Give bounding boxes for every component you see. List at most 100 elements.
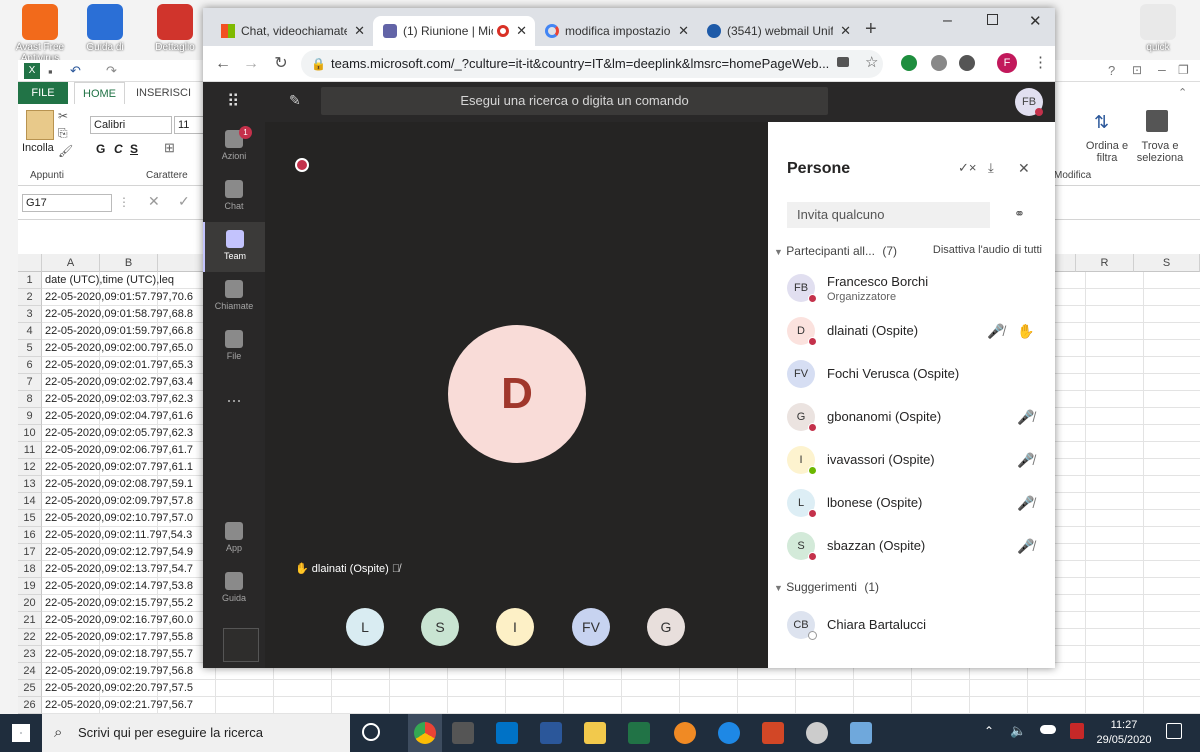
column-header-s[interactable]: S: [1134, 254, 1200, 272]
restore-icon[interactable]: ❐: [1178, 63, 1189, 77]
rail-teams[interactable]: Team: [203, 222, 265, 272]
row-header[interactable]: 24: [18, 663, 42, 680]
row-header[interactable]: 3: [18, 306, 42, 323]
extension-icon[interactable]: [959, 55, 975, 71]
rail-files[interactable]: File: [203, 322, 265, 372]
reload-icon[interactable]: ↻: [271, 54, 291, 74]
ribbon-options-icon[interactable]: ⊡: [1132, 63, 1142, 77]
new-tab-icon[interactable]: +: [865, 18, 877, 41]
column-header-a[interactable]: A: [42, 254, 100, 272]
row-header[interactable]: 5: [18, 340, 42, 357]
menu-kebab-icon[interactable]: ⋮: [1033, 53, 1048, 71]
row-header[interactable]: 4: [18, 323, 42, 340]
windows-start-icon[interactable]: [12, 724, 30, 742]
bookmark-star-icon[interactable]: ☆: [865, 53, 878, 71]
minimize-icon[interactable]: –: [1158, 61, 1166, 77]
italic-button[interactable]: C: [114, 142, 123, 156]
row-header[interactable]: 7: [18, 374, 42, 391]
tab-home[interactable]: HOME: [74, 82, 125, 104]
row-header[interactable]: 21: [18, 612, 42, 629]
tab-file[interactable]: FILE: [18, 82, 68, 104]
mute-all-link[interactable]: Disattiva l'audio di tutti: [933, 244, 1042, 256]
paste-button[interactable]: Incolla: [22, 142, 54, 154]
help-icon[interactable]: ?: [1108, 63, 1115, 78]
desktop-shortcut[interactable]: Guida di: [75, 4, 135, 53]
download-icon[interactable]: ⤓: [988, 160, 994, 176]
row-header[interactable]: 19: [18, 578, 42, 595]
row-header[interactable]: 11: [18, 442, 42, 459]
word-taskbar-icon[interactable]: [540, 722, 562, 744]
row-header[interactable]: 8: [18, 391, 42, 408]
participant-avatar[interactable]: S: [421, 608, 459, 646]
close-tab-icon[interactable]: ✕: [516, 16, 527, 46]
extension-icon[interactable]: [901, 55, 917, 71]
row-header[interactable]: 15: [18, 510, 42, 527]
app-launcher-icon[interactable]: ⠿: [227, 92, 240, 112]
forward-icon[interactable]: →: [241, 54, 261, 74]
redo-icon[interactable]: ↷: [106, 63, 117, 79]
row-header[interactable]: 2: [18, 289, 42, 306]
cancel-formula-icon[interactable]: ✕: [148, 193, 160, 210]
outlook-taskbar-icon[interactable]: [496, 722, 518, 744]
participant-row[interactable]: Iivavassori (Ospite) 🎤̸: [768, 439, 1055, 482]
excel-taskbar-icon[interactable]: [628, 722, 650, 744]
mute-check-icon[interactable]: ✓×: [958, 160, 976, 176]
participant-avatar[interactable]: FV: [572, 608, 610, 646]
row-header[interactable]: 1: [18, 272, 42, 289]
download-app-button[interactable]: [223, 628, 259, 662]
row-header[interactable]: 18: [18, 561, 42, 578]
back-icon[interactable]: ←: [213, 54, 233, 74]
find-select-button[interactable]: Trova e seleziona: [1132, 140, 1188, 164]
row-header[interactable]: 13: [18, 476, 42, 493]
copy-link-icon[interactable]: ⚭: [1014, 206, 1025, 222]
volume-icon[interactable]: 🔈: [1010, 723, 1026, 739]
row-header[interactable]: 25: [18, 680, 42, 697]
row-header[interactable]: 16: [18, 527, 42, 544]
sort-filter-icon[interactable]: ⇅: [1094, 112, 1109, 133]
collapse-ribbon-icon[interactable]: ⌃: [1178, 86, 1187, 99]
row-header[interactable]: 10: [18, 425, 42, 442]
desktop-shortcut[interactable]: quick: [1128, 4, 1188, 53]
participant-avatar[interactable]: I: [496, 608, 534, 646]
format-painter-icon[interactable]: 🖌: [58, 144, 73, 158]
copy-icon[interactable]: ⎘: [58, 126, 68, 141]
participants-header[interactable]: ▼ Partecipanti all... (7) Disattiva l'au…: [774, 244, 1050, 258]
participant-row[interactable]: FB Francesco Borchi Organizzatore: [768, 267, 1055, 310]
rail-calls[interactable]: Chiamate: [203, 272, 265, 322]
row-header[interactable]: 14: [18, 493, 42, 510]
antivirus-tray-icon[interactable]: [1070, 723, 1084, 739]
tab-insert[interactable]: INSERISCI: [128, 82, 199, 104]
edge-taskbar-icon[interactable]: [718, 722, 740, 744]
name-box[interactable]: G17: [22, 194, 112, 212]
close-tab-icon[interactable]: ✕: [354, 16, 365, 46]
row-header[interactable]: 26: [18, 697, 42, 714]
row-header[interactable]: 20: [18, 595, 42, 612]
confirm-formula-icon[interactable]: ✓: [178, 193, 190, 210]
suggestions-header[interactable]: ▼ Suggerimenti (1): [774, 580, 1050, 594]
maximize-window-icon[interactable]: [987, 14, 998, 25]
chrome-tab-teams-chat[interactable]: Chat, videochiamate e ✕: [211, 16, 373, 46]
rail-chat[interactable]: Chat: [203, 172, 265, 222]
row-header[interactable]: 6: [18, 357, 42, 374]
chrome-tab-google[interactable]: modifica impostazion ✕: [535, 16, 697, 46]
rail-help[interactable]: Guida: [203, 564, 265, 614]
show-hidden-icons-icon[interactable]: ⌃: [984, 724, 994, 738]
close-tab-icon[interactable]: ✕: [678, 16, 689, 46]
notifications-icon[interactable]: [1166, 723, 1182, 739]
address-bar[interactable]: 🔒 teams.microsoft.com/_?culture=it-it&co…: [301, 50, 883, 78]
find-select-icon[interactable]: [1146, 110, 1168, 132]
onedrive-icon[interactable]: [1040, 725, 1056, 734]
row-header[interactable]: 22: [18, 629, 42, 646]
close-panel-icon[interactable]: ✕: [1018, 160, 1030, 177]
mic-off-icon[interactable]: 🎤̸: [987, 323, 1004, 339]
chrome-tab-webmail[interactable]: (3541) webmail Unifi ✕: [697, 16, 859, 46]
participant-avatar[interactable]: L: [346, 608, 384, 646]
participant-row[interactable]: Llbonese (Ospite) 🎤̸: [768, 482, 1055, 525]
settings-taskbar-icon[interactable]: [806, 722, 828, 744]
camera-icon[interactable]: [837, 57, 849, 67]
cut-icon[interactable]: ✂: [58, 109, 68, 123]
app-taskbar-icon[interactable]: [674, 722, 696, 744]
extension-icon[interactable]: [931, 55, 947, 71]
clock[interactable]: 11:27 29/05/2020: [1094, 718, 1154, 748]
minimize-window-icon[interactable]: –: [943, 12, 952, 30]
